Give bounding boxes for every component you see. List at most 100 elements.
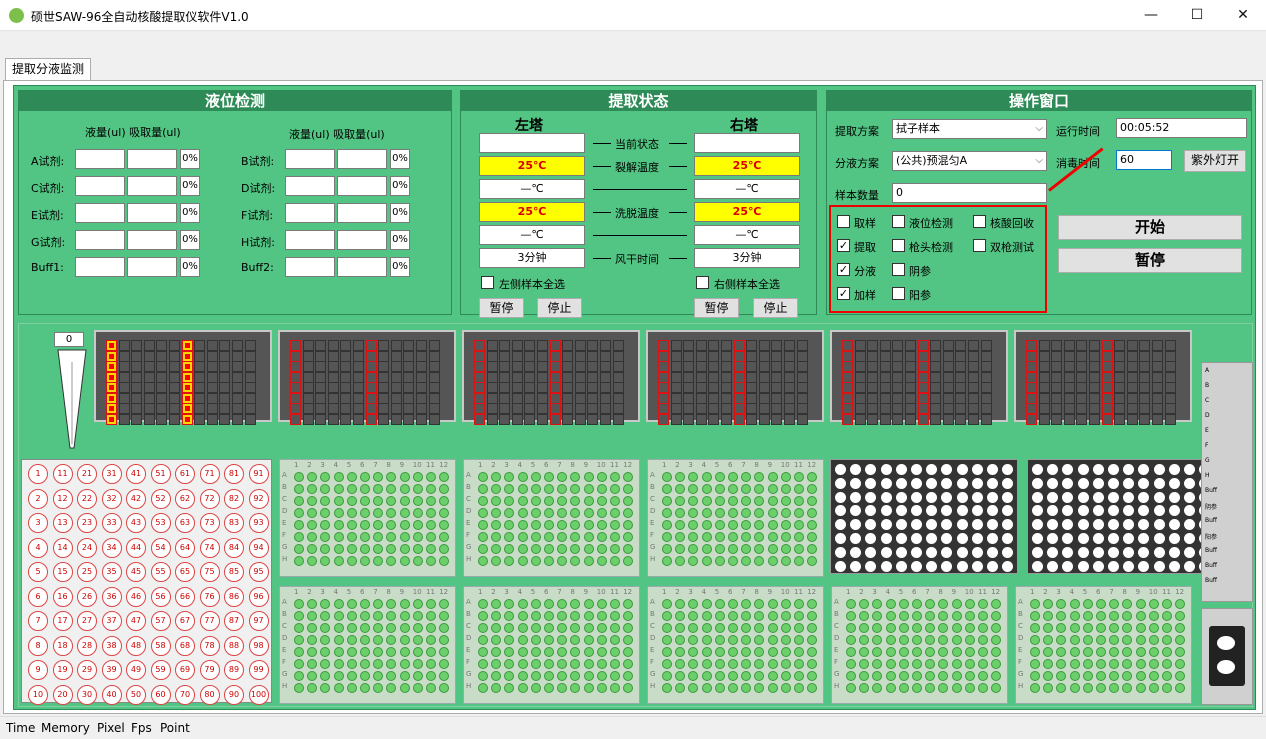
liquid-volume-input[interactable]: [75, 230, 125, 250]
sample-tube[interactable]: 77: [199, 611, 220, 631]
liquid-volume-input[interactable]: [75, 257, 125, 277]
sample-tube[interactable]: 55: [150, 562, 171, 582]
sample-tube[interactable]: 12: [52, 488, 73, 509]
liquid-volume-input[interactable]: [285, 203, 335, 223]
sample-tube[interactable]: 1: [28, 464, 48, 484]
sample-tube[interactable]: 90: [224, 684, 244, 705]
split-select[interactable]: (公共)预混匀A ⌵: [892, 151, 1047, 171]
sample-tube[interactable]: 87: [224, 611, 244, 631]
sample-tube[interactable]: 47: [126, 611, 146, 631]
sample-tube[interactable]: 75: [199, 562, 220, 582]
sample-tube[interactable]: 76: [199, 586, 220, 607]
sample-tube[interactable]: 52: [150, 488, 171, 509]
sample-tube[interactable]: 78: [199, 635, 220, 656]
sample-tube[interactable]: 14: [52, 537, 73, 558]
sample-tube[interactable]: 97: [248, 611, 269, 631]
option-checkbox[interactable]: ✓: [837, 263, 850, 276]
disinfect-input[interactable]: 60: [1116, 150, 1172, 170]
sample-tube[interactable]: 91: [248, 464, 269, 484]
option-checkbox[interactable]: ✓: [837, 239, 850, 252]
sample-tube[interactable]: 44: [126, 537, 146, 558]
sample-tube[interactable]: 49: [126, 660, 146, 680]
sample-tube[interactable]: 37: [101, 611, 122, 631]
tab-extract-monitor[interactable]: 提取分液监测: [5, 58, 91, 80]
sample-tube[interactable]: 82: [224, 488, 244, 509]
option-checkbox[interactable]: [973, 239, 986, 252]
sample-tube[interactable]: 89: [224, 660, 244, 680]
draw-volume-input[interactable]: [127, 149, 177, 169]
sample-tube[interactable]: 8: [28, 635, 48, 656]
draw-volume-input[interactable]: [337, 257, 387, 277]
start-button[interactable]: 开始: [1058, 215, 1242, 240]
sample-tube[interactable]: 33: [101, 513, 122, 533]
sample-tube[interactable]: 81: [224, 464, 244, 484]
sample-tube[interactable]: 9: [28, 660, 48, 680]
sample-tube[interactable]: 51: [150, 464, 171, 484]
sample-tube[interactable]: 36: [101, 586, 122, 607]
count-input[interactable]: 0: [892, 183, 1047, 203]
liquid-volume-input[interactable]: [285, 257, 335, 277]
sample-tube[interactable]: 68: [175, 635, 195, 656]
minimize-button[interactable]: —: [1128, 0, 1174, 31]
sample-tube[interactable]: 64: [175, 537, 195, 558]
sample-tube[interactable]: 67: [175, 611, 195, 631]
sample-tube[interactable]: 31: [101, 464, 122, 484]
sample-tube[interactable]: 39: [101, 660, 122, 680]
draw-volume-input[interactable]: [127, 230, 177, 250]
sample-tube[interactable]: 15: [52, 562, 73, 582]
sample-tube[interactable]: 62: [175, 488, 195, 509]
option-checkbox[interactable]: ✓: [837, 287, 850, 300]
select-right-checkbox[interactable]: [696, 276, 709, 289]
sample-tube[interactable]: 24: [77, 537, 97, 558]
sample-tube[interactable]: 100: [248, 684, 269, 705]
sample-tube[interactable]: 50: [126, 684, 146, 705]
sample-tube[interactable]: 93: [248, 513, 269, 533]
sample-tube[interactable]: 30: [77, 684, 97, 705]
draw-volume-input[interactable]: [337, 230, 387, 250]
draw-volume-input[interactable]: [127, 203, 177, 223]
liquid-volume-input[interactable]: [285, 230, 335, 250]
sample-tube[interactable]: 40: [101, 684, 122, 705]
sample-tube[interactable]: 20: [52, 684, 73, 705]
sample-tube[interactable]: 21: [77, 464, 97, 484]
sample-tube[interactable]: 61: [175, 464, 195, 484]
sample-tube[interactable]: 66: [175, 586, 195, 607]
sample-tube[interactable]: 2: [28, 488, 48, 509]
sample-tube[interactable]: 60: [150, 684, 171, 705]
sample-tube[interactable]: 17: [52, 611, 73, 631]
sample-tube[interactable]: 16: [52, 586, 73, 607]
sample-tube[interactable]: 41: [126, 464, 146, 484]
sample-tube[interactable]: 71: [199, 464, 220, 484]
sample-tube[interactable]: 95: [248, 562, 269, 582]
sample-tube[interactable]: 79: [199, 660, 220, 680]
sample-tube[interactable]: 32: [101, 488, 122, 509]
sample-tube[interactable]: 69: [175, 660, 195, 680]
sample-tube[interactable]: 23: [77, 513, 97, 533]
sample-tube[interactable]: 26: [77, 586, 97, 607]
liquid-volume-input[interactable]: [285, 149, 335, 169]
sample-tube[interactable]: 25: [77, 562, 97, 582]
draw-volume-input[interactable]: [127, 257, 177, 277]
left-stop-button[interactable]: 停止: [537, 298, 582, 318]
sample-tube[interactable]: 92: [248, 488, 269, 509]
sample-tube[interactable]: 13: [52, 513, 73, 533]
option-checkbox[interactable]: [837, 215, 850, 228]
sample-tube[interactable]: 86: [224, 586, 244, 607]
sample-tube[interactable]: 5: [28, 562, 48, 582]
sample-tube[interactable]: 43: [126, 513, 146, 533]
right-pause-button[interactable]: 暂停: [694, 298, 739, 318]
sample-tube[interactable]: 59: [150, 660, 171, 680]
sample-tube[interactable]: 19: [52, 660, 73, 680]
option-checkbox[interactable]: [892, 239, 905, 252]
option-checkbox[interactable]: [892, 263, 905, 276]
sample-tube[interactable]: 4: [28, 537, 48, 558]
sample-tube[interactable]: 96: [248, 586, 269, 607]
sample-tube[interactable]: 38: [101, 635, 122, 656]
sample-tube[interactable]: 42: [126, 488, 146, 509]
option-checkbox[interactable]: [892, 287, 905, 300]
option-checkbox[interactable]: [973, 215, 986, 228]
close-button[interactable]: ✕: [1220, 0, 1266, 31]
sample-tube[interactable]: 35: [101, 562, 122, 582]
sample-tube[interactable]: 28: [77, 635, 97, 656]
sample-tube[interactable]: 74: [199, 537, 220, 558]
